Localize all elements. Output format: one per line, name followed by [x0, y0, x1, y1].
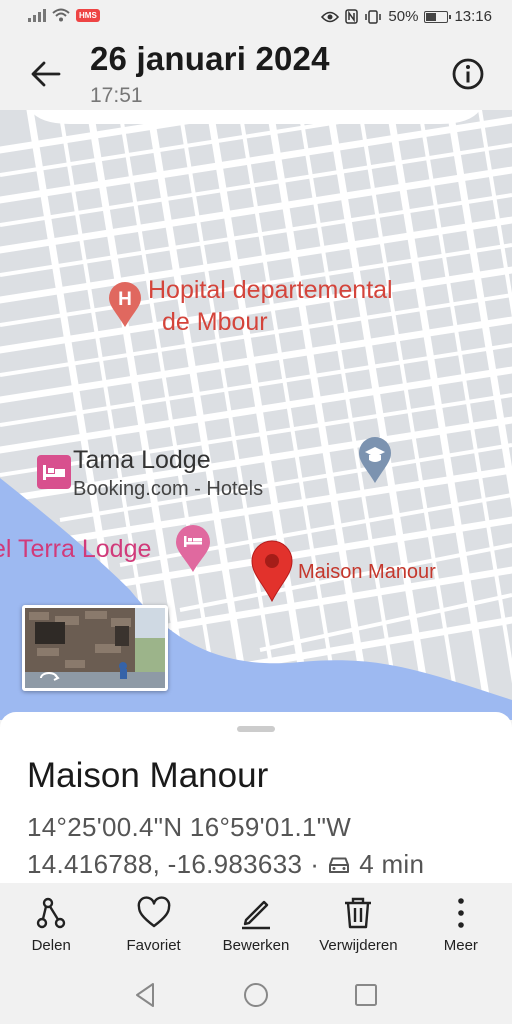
- status-left: HMS: [28, 8, 100, 22]
- terra-lodge-label[interactable]: el Terra Lodge: [0, 535, 151, 564]
- status-right: 50% 13:16: [321, 8, 492, 25]
- vibrate-icon: [365, 9, 382, 24]
- photo-time: 17:51: [90, 84, 143, 107]
- status-bar: HMS 50% 13:16: [0, 0, 512, 36]
- status-clock: 13:16: [454, 8, 492, 25]
- more-icon: [458, 898, 464, 928]
- trash-icon: [345, 897, 372, 929]
- heart-icon: [137, 896, 170, 928]
- arrow-left-icon: [31, 61, 61, 87]
- favorite-label: Favoriet: [126, 937, 181, 954]
- nav-recents-icon[interactable]: [351, 980, 381, 1010]
- header: 26 januari 2024 17:51: [0, 36, 512, 110]
- maison-pin-label[interactable]: Maison Manour: [298, 561, 436, 584]
- back-button[interactable]: [24, 52, 68, 96]
- nfc-icon: [345, 9, 359, 24]
- hms-badge: HMS: [76, 8, 100, 22]
- svg-text:H: H: [118, 289, 132, 310]
- hospital-label-line2: de Mbour: [162, 308, 268, 336]
- hospital-label[interactable]: Hopital departemental de Mbour: [148, 274, 393, 338]
- coordinates-row: 14.416788, -16.983633 · 4 min: [27, 849, 424, 880]
- info-button[interactable]: [448, 54, 488, 94]
- more-button[interactable]: Meer: [410, 883, 512, 963]
- nav-home-icon[interactable]: [241, 980, 271, 1010]
- delete-label: Verwijderen: [319, 937, 398, 954]
- hospital-label-line1: Hopital departemental: [148, 276, 393, 304]
- map-view[interactable]: H Hopital departemental de Mbour Tama Lo…: [0, 110, 512, 720]
- page-title: 26 januari 2024: [90, 40, 330, 77]
- more-label: Meer: [443, 937, 478, 954]
- street-view-thumbnail[interactable]: [22, 605, 168, 691]
- drive-time: 4 min: [359, 849, 425, 879]
- edit-button[interactable]: Bewerken: [205, 883, 307, 963]
- hospital-pin-icon[interactable]: H: [108, 282, 142, 328]
- battery-level-fill: [426, 12, 436, 21]
- place-name: Maison Manour: [27, 756, 269, 795]
- wifi-icon: [52, 8, 70, 22]
- system-nav-bar: [0, 963, 512, 1024]
- school-pin-icon[interactable]: [358, 436, 392, 484]
- car-icon: [329, 857, 350, 873]
- drag-handle[interactable]: [237, 726, 275, 732]
- battery-icon: [424, 10, 452, 23]
- street-view-image: [25, 608, 165, 688]
- eye-icon: [321, 11, 340, 22]
- separator-dot: ·: [310, 849, 320, 879]
- terra-lodge-pin-icon[interactable]: [175, 525, 211, 573]
- edit-icon: [242, 900, 271, 930]
- delete-button[interactable]: Verwijderen: [307, 883, 409, 963]
- coordinates-dms: 14°25'00.4"N 16°59'01.1"W: [27, 812, 352, 842]
- tama-lodge-label[interactable]: Tama Lodge: [73, 446, 211, 475]
- info-icon: [452, 58, 484, 90]
- hotel-icon[interactable]: [36, 454, 72, 490]
- battery-percent: 50%: [388, 8, 419, 25]
- share-label: Delen: [31, 937, 71, 954]
- place-details-sheet[interactable]: Maison Manour 14°25'00.4"N 16°59'01.1"W …: [0, 712, 512, 886]
- coordinates-decimal: 14.416788, -16.983633: [27, 849, 303, 879]
- nav-back-icon[interactable]: [131, 980, 161, 1010]
- action-bar: Delen Favoriet Bewerken Verwijderen Meer: [0, 883, 512, 963]
- edit-label: Bewerken: [222, 937, 290, 954]
- signal-icon: [28, 8, 46, 22]
- favorite-button[interactable]: Favoriet: [102, 883, 204, 963]
- tama-lodge-sublabel: Booking.com - Hotels: [73, 478, 264, 500]
- share-icon: [37, 897, 66, 929]
- share-button[interactable]: Delen: [0, 883, 102, 963]
- location-pin-icon[interactable]: [250, 540, 294, 602]
